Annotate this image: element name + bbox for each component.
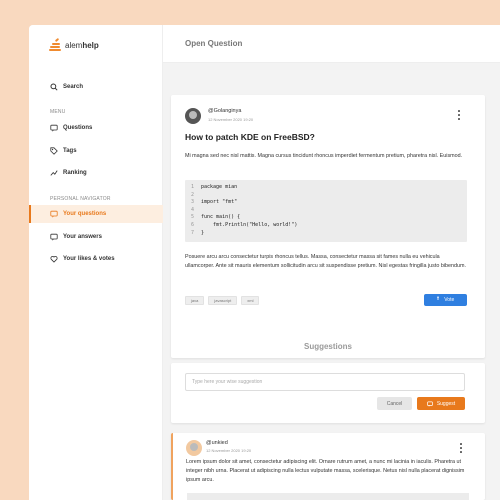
code-block (187, 493, 469, 500)
sidebar-item-your-likes[interactable]: Your likes & votes (29, 250, 163, 268)
code-line: 1 package mian (191, 184, 238, 190)
ranking-icon (50, 170, 58, 176)
suggestions-heading: Suggestions (303, 342, 352, 351)
question-username[interactable]: @Golanginya (208, 108, 241, 114)
question-date: 12 November 2020 19:20 (208, 117, 254, 122)
logo-text: alemhelp (65, 40, 99, 50)
arrow-up-icon: 🠙 (436, 296, 440, 302)
code-line: 5 func main() { (191, 214, 241, 220)
suggestion-input[interactable]: Type here your wise suggestion (185, 373, 465, 391)
heart-icon (50, 256, 58, 263)
questions-icon (50, 124, 58, 132)
sidebar-item-ranking[interactable]: Ranking (29, 164, 163, 182)
more-options-icon[interactable] (459, 443, 463, 453)
tag[interactable]: javascript (208, 296, 238, 305)
tag[interactable]: java (185, 296, 205, 305)
answer-body: Lorem ipsum dolor sit amet, consectetur … (186, 459, 465, 483)
sidebar-item-label: Your questions (63, 211, 107, 217)
vote-button[interactable]: 🠙 Vote (424, 294, 467, 306)
more-options-icon[interactable] (457, 110, 461, 120)
tag-icon (50, 147, 58, 155)
sidebar-item-label: Search (63, 84, 84, 90)
page-title: Open Question (185, 39, 243, 48)
sidebar-item-search[interactable]: Search (29, 78, 163, 96)
sidebar-item-label: Your answers (63, 234, 102, 240)
avatar[interactable] (185, 108, 201, 124)
sidebar-item-label: Tags (63, 148, 77, 154)
sidebar-item-questions[interactable]: Questions (29, 119, 163, 137)
question-title: How to patch KDE on FreeBSD? (185, 132, 315, 142)
code-line: 6 fmt.Println("Hello, world!") (191, 222, 298, 228)
menu-section-label: MENU (50, 109, 66, 115)
answer-username[interactable]: @unkied (206, 440, 228, 446)
logo[interactable]: alemhelp (49, 37, 99, 53)
sidebar-item-tags[interactable]: Tags (29, 142, 163, 160)
top-header: Open Question (163, 25, 500, 63)
search-icon (50, 83, 58, 91)
sidebar-item-label: Questions (63, 125, 93, 131)
sidebar-item-your-questions[interactable]: Your questions (29, 205, 163, 223)
suggestion-card: Type here your wise suggestion Cancel Su… (171, 363, 485, 423)
question-body: Mi magna sed nec nisl mattis. Magna curs… (185, 153, 463, 159)
suggest-button[interactable]: Suggest (417, 397, 465, 410)
answer-card: @unkied 12 November 2020 19:20 Lorem ips… (171, 433, 485, 500)
question-body-continued: Posuere arcu arcu consectetur turpis rho… (185, 254, 467, 269)
sidebar-item-label: Your likes & votes (63, 256, 115, 262)
personal-section-label: PERSONAL NAVIGATOR (50, 196, 111, 202)
code-line: 3 import "fmt" (191, 199, 238, 205)
question-card: @Golanginya 12 November 2020 19:20 How t… (171, 95, 485, 358)
avatar[interactable] (186, 440, 202, 456)
questions-icon (50, 210, 58, 218)
sidebar-item-your-answers[interactable]: Your answers (29, 228, 163, 246)
tag[interactable]: xml (241, 296, 260, 305)
tag-list: java javascript xml (185, 296, 260, 305)
answers-icon (50, 233, 58, 241)
sidebar-item-label: Ranking (63, 170, 87, 176)
code-line: 7} (191, 230, 205, 236)
logo-icon (49, 37, 61, 52)
code-block: 1 package mian 2 3 import "fmt" 4 5 func ma… (185, 180, 467, 242)
cancel-button[interactable]: Cancel (377, 397, 412, 410)
comment-icon (427, 401, 433, 407)
answer-date: 12 November 2020 19:20 (206, 448, 252, 453)
sidebar: alemhelp Search MENU Questions Tags Rank… (29, 25, 163, 500)
